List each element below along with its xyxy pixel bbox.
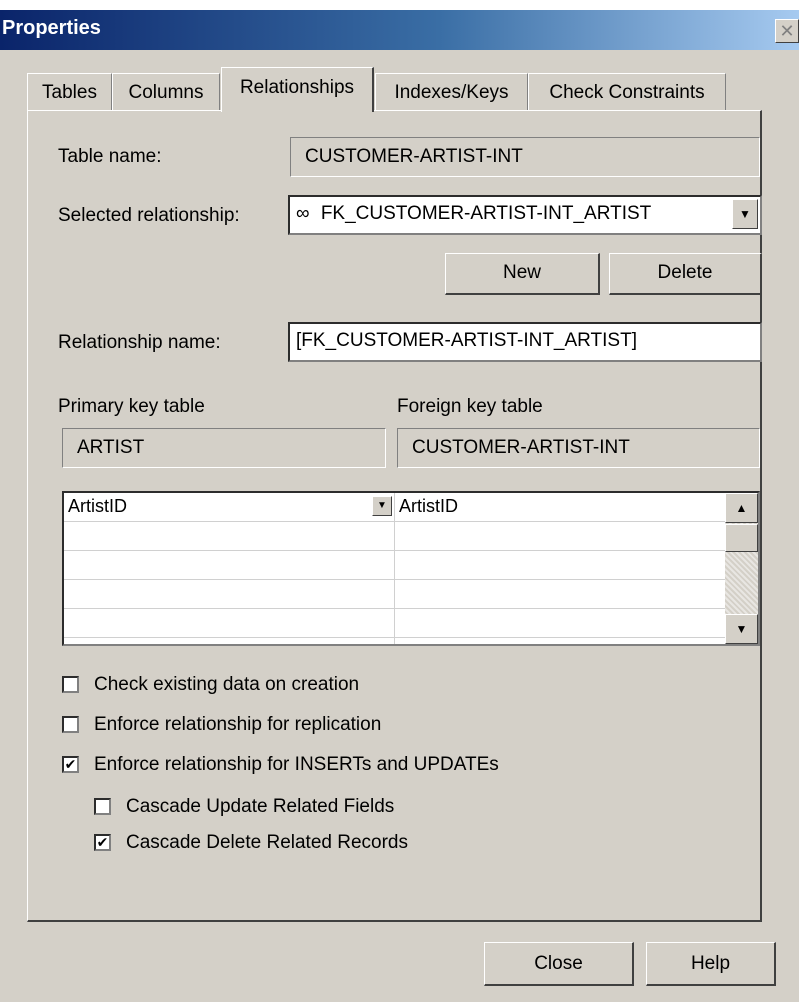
title-bar: Properties ✕	[0, 10, 799, 50]
primary-key-table-label: Primary key table	[58, 396, 205, 417]
option-label: Cascade Delete Related Records	[126, 832, 408, 853]
scroll-down-icon[interactable]: ▼	[725, 614, 758, 644]
close-icon[interactable]: ✕	[775, 19, 799, 43]
scroll-thumb[interactable]	[725, 524, 758, 552]
checkbox[interactable]	[62, 676, 79, 693]
tab-indexes-keys[interactable]: Indexes/Keys	[375, 73, 528, 110]
primary-column-cell[interactable]: ArtistID ▼	[64, 493, 394, 521]
selected-relationship-value: FK_CUSTOMER-ARTIST-INT_ARTIST	[320, 203, 652, 224]
checkbox[interactable]	[62, 716, 79, 733]
table-name-field: CUSTOMER-ARTIST-INT	[290, 137, 760, 177]
grid-row: ArtistID ▼ ArtistID	[64, 493, 727, 522]
help-button[interactable]: Help	[646, 942, 776, 986]
chevron-down-icon[interactable]: ▼	[732, 199, 758, 229]
grid-row[interactable]	[64, 609, 727, 638]
grid-vertical-scrollbar[interactable]: ▲ ▼	[725, 493, 758, 644]
tab-check-constraints[interactable]: Check Constraints	[528, 73, 726, 110]
checkbox[interactable]: ✔	[62, 756, 79, 773]
relationship-name-label: Relationship name:	[58, 332, 221, 353]
delete-button[interactable]: Delete	[609, 253, 762, 295]
close-button[interactable]: Close	[484, 942, 634, 986]
selected-relationship-dropdown[interactable]: ∞ FK_CUSTOMER-ARTIST-INT_ARTIST ▼	[288, 195, 762, 235]
checkbox[interactable]: ✔	[94, 834, 111, 851]
foreign-key-table-label: Foreign key table	[397, 396, 543, 417]
grid-row[interactable]	[64, 580, 727, 609]
option-label: Enforce relationship for INSERTs and UPD…	[94, 754, 499, 775]
new-button[interactable]: New	[445, 253, 600, 295]
tab-relationships[interactable]: Relationships	[221, 67, 374, 112]
grid-row[interactable]	[64, 551, 727, 580]
table-name-label: Table name:	[58, 146, 162, 167]
option-label: Cascade Update Related Fields	[126, 796, 395, 817]
primary-key-table-field: ARTIST	[62, 428, 386, 468]
scroll-up-icon[interactable]: ▲	[725, 493, 758, 523]
chevron-down-icon[interactable]: ▼	[372, 496, 392, 516]
dialog-title: Properties	[2, 17, 101, 39]
foreign-column-cell[interactable]: ArtistID	[395, 493, 727, 521]
column-mapping-grid: ArtistID ▼ ArtistID ▲ ▼	[62, 491, 760, 646]
option-label: Enforce relationship for replication	[94, 714, 382, 735]
properties-dialog: Properties ✕ Tables Columns Relationship…	[0, 10, 799, 1002]
primary-column-value: ArtistID	[68, 496, 128, 516]
option-label: Check existing data on creation	[94, 674, 360, 695]
checkbox[interactable]	[94, 798, 111, 815]
selected-relationship-label: Selected relationship:	[58, 205, 240, 226]
foreign-key-table-field: CUSTOMER-ARTIST-INT	[397, 428, 760, 468]
tab-tables[interactable]: Tables	[27, 73, 112, 110]
tab-columns[interactable]: Columns	[112, 73, 220, 110]
relationship-name-input[interactable]: [FK_CUSTOMER-ARTIST-INT_ARTIST]	[288, 322, 762, 362]
grid-row[interactable]	[64, 522, 727, 551]
relationship-link-icon: ∞	[296, 203, 310, 224]
